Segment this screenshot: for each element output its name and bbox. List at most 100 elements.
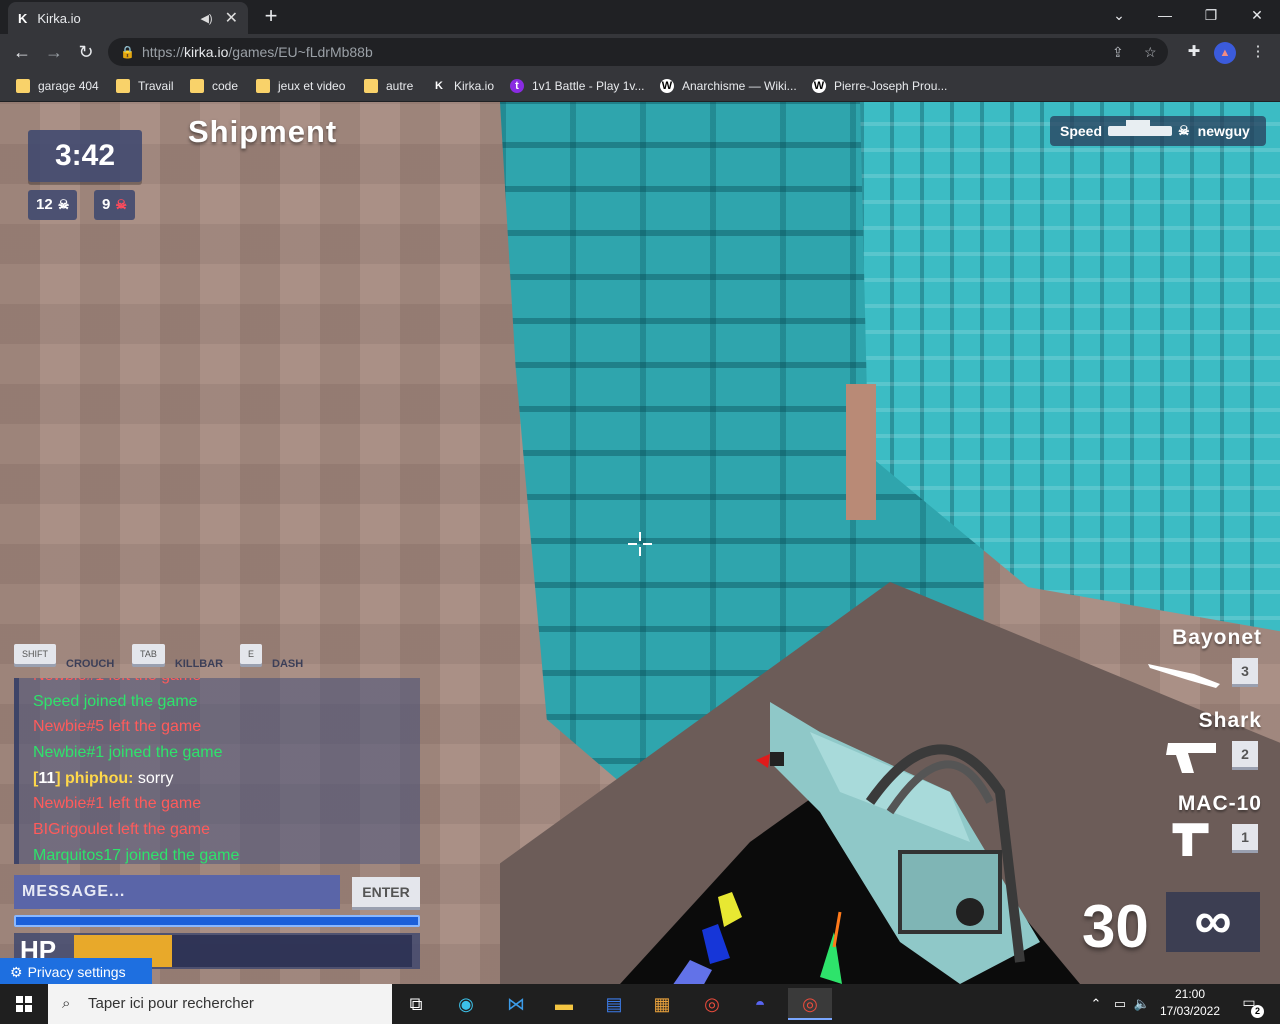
weapon-slot-key: 3 — [1232, 658, 1258, 684]
notepad-icon[interactable]: ▤ — [592, 988, 636, 1020]
profile-avatar[interactable]: ▲ — [1214, 42, 1236, 64]
knife-icon — [1148, 664, 1220, 688]
bookmark-star-icon[interactable]: ☆ — [1144, 38, 1157, 66]
reload-icon[interactable]: ↻ — [72, 38, 100, 66]
system-clock[interactable]: 21:00 17/03/2022 — [1150, 986, 1230, 1020]
edge-icon[interactable]: ◉ — [444, 988, 488, 1020]
weapon-name: Shark — [1198, 709, 1262, 732]
network-icon[interactable]: ▭ — [1110, 984, 1130, 1024]
reserve-ammo: ∞ — [1166, 892, 1260, 952]
chrome-active-icon[interactable]: ◎ — [788, 988, 832, 1020]
bookmark-label: Travail — [138, 79, 174, 93]
notification-center-icon[interactable]: ▭ 2 — [1238, 994, 1264, 1018]
url-path: /games/EU~fLdrMb88b — [228, 44, 373, 60]
browser-tab[interactable]: K Kirka.io ◀) ✕ — [8, 2, 248, 34]
hint-label: KILLBAR — [174, 658, 224, 670]
key-tab: TAB — [132, 644, 165, 664]
kills-value: 12 — [36, 196, 53, 213]
rubiks-cube-icon[interactable]: ▦ — [640, 988, 684, 1020]
hint-label: CROUCH — [66, 658, 115, 670]
url-host: kirka.io — [184, 44, 229, 60]
volume-icon[interactable]: 🔈 — [1132, 984, 1152, 1024]
new-tab-button[interactable]: + — [258, 2, 284, 30]
close-window-button[interactable]: ✕ — [1234, 0, 1280, 30]
victim-name: newguy — [1197, 123, 1250, 139]
weapon-slot-bayonet[interactable]: Bayonet 3 — [1062, 626, 1262, 709]
lock-icon: 🔒 — [120, 45, 135, 59]
close-tab-icon[interactable]: ✕ — [225, 8, 238, 28]
bookmark-anarchisme[interactable]: W Anarchisme — Wiki... — [660, 76, 797, 96]
kirka-icon: K — [435, 80, 443, 92]
chat-message: [11] phiphou: sorry — [19, 766, 420, 792]
task-view-icon[interactable]: ⧉ — [394, 988, 438, 1020]
back-icon[interactable]: ← — [8, 38, 36, 66]
browser-tab-bar: K Kirka.io ◀) ✕ + ⌄ — ❐ ✕ — [0, 0, 1280, 34]
bookmark-travail[interactable]: Travail — [116, 76, 174, 96]
skull-icon: ☠ — [57, 197, 70, 212]
weapon-name: MAC-10 — [1177, 792, 1262, 815]
bookmark-label: 1v1 Battle - Play 1v... — [532, 79, 645, 93]
killfeed-entry: Speed ☠ newguy — [1050, 116, 1266, 146]
game-viewport[interactable]: 3:42 12 ☠ 9 ☠ Shipment Speed ☠ newguy SHIF… — [0, 102, 1280, 984]
share-icon[interactable]: ⇪ — [1112, 38, 1124, 66]
vscode-icon[interactable]: ⋈ — [494, 988, 538, 1020]
deaths-value: 9 — [102, 196, 111, 213]
twitch-icon: t — [510, 79, 524, 93]
restore-button[interactable]: ❐ — [1188, 0, 1234, 30]
menu-icon[interactable]: ⋮ — [1244, 38, 1272, 66]
taskbar-search-placeholder: Taper ici pour rechercher — [88, 995, 254, 1012]
bookmark-label: garage 404 — [38, 79, 99, 93]
ammo-count: 30 — [1082, 893, 1149, 960]
folder-icon — [364, 79, 378, 93]
smg-icon — [1172, 823, 1209, 856]
weapon-slot-key: 2 — [1232, 741, 1258, 767]
chat-log[interactable]: Newbie#1 left the game Speed joined the … — [14, 678, 420, 864]
bookmark-label: Kirka.io — [454, 79, 495, 93]
weapon-list: Bayonet 3 Shark 2 MAC-10 1 — [1062, 626, 1262, 875]
windows-logo-icon — [16, 996, 32, 1012]
folder-icon — [190, 79, 204, 93]
taskbar-search-box[interactable]: ⌕ Taper ici pour rechercher — [48, 984, 392, 1024]
start-button[interactable] — [0, 984, 48, 1024]
bookmark-label: Pierre-Joseph Prou... — [834, 79, 948, 93]
discord-icon[interactable]: ◓ — [738, 988, 782, 1020]
kirka-favicon: K — [18, 10, 28, 26]
wikipedia-icon: W — [660, 79, 674, 93]
hint-label: DASH — [272, 658, 304, 670]
extensions-icon[interactable]: ✚ — [1180, 38, 1208, 66]
address-bar[interactable]: 🔒 https://kirka.io/games/EU~fLdrMb88b ⇪ … — [108, 38, 1168, 66]
chat-message-input[interactable]: MESSAGE... — [14, 875, 340, 909]
weapon-slot-shark[interactable]: Shark 2 — [1062, 709, 1262, 792]
chat-line: Newbie#5 left the game — [33, 718, 202, 736]
bookmark-kirka[interactable]: K Kirka.io — [432, 76, 494, 96]
skull-icon: ☠ — [1178, 123, 1190, 138]
hint-crouch: SHIFT CROUCH — [14, 644, 114, 670]
tray-chevron-icon[interactable]: ⌃ — [1086, 984, 1106, 1024]
privacy-settings-button[interactable]: ⚙ Privacy settings — [0, 958, 152, 984]
chat-enter-button[interactable]: ENTER — [352, 877, 420, 907]
bookmark-jeux-et-video[interactable]: jeux et video — [256, 76, 345, 96]
forward-icon[interactable]: → — [40, 38, 68, 66]
minimize-button[interactable]: — — [1142, 0, 1188, 30]
file-explorer-icon[interactable]: ▬ — [542, 988, 586, 1020]
bookmark-autre[interactable]: autre — [364, 76, 413, 96]
tab-search-icon[interactable]: ⌄ — [1096, 0, 1142, 30]
bookmark-code[interactable]: code — [190, 76, 238, 96]
bookmark-garage-404[interactable]: garage 404 — [16, 76, 99, 96]
bookmark-proudhon[interactable]: W Pierre-Joseph Prou... — [812, 76, 947, 96]
bookmark-1v1-battle[interactable]: t 1v1 Battle - Play 1v... — [510, 76, 645, 96]
chat-level: 11 — [38, 769, 56, 787]
bookmark-label: code — [212, 79, 239, 93]
weapon-name: Bayonet — [1172, 626, 1262, 649]
folder-icon — [256, 79, 270, 93]
chat-level-close: ] — [55, 769, 66, 787]
speaker-icon[interactable]: ◀) — [200, 12, 212, 25]
chrome-icon[interactable]: ◎ — [690, 988, 734, 1020]
key-e: E — [240, 644, 263, 664]
screen: K Kirka.io ◀) ✕ + ⌄ — ❐ ✕ ← → ↻ 🔒 https:… — [0, 0, 1280, 1024]
clock-time: 21:00 — [1174, 987, 1206, 1001]
folder-icon — [116, 79, 130, 93]
map-name: Shipment — [188, 114, 338, 149]
folder-icon — [16, 79, 30, 93]
weapon-slot-mac-10[interactable]: MAC-10 1 — [1062, 792, 1262, 875]
